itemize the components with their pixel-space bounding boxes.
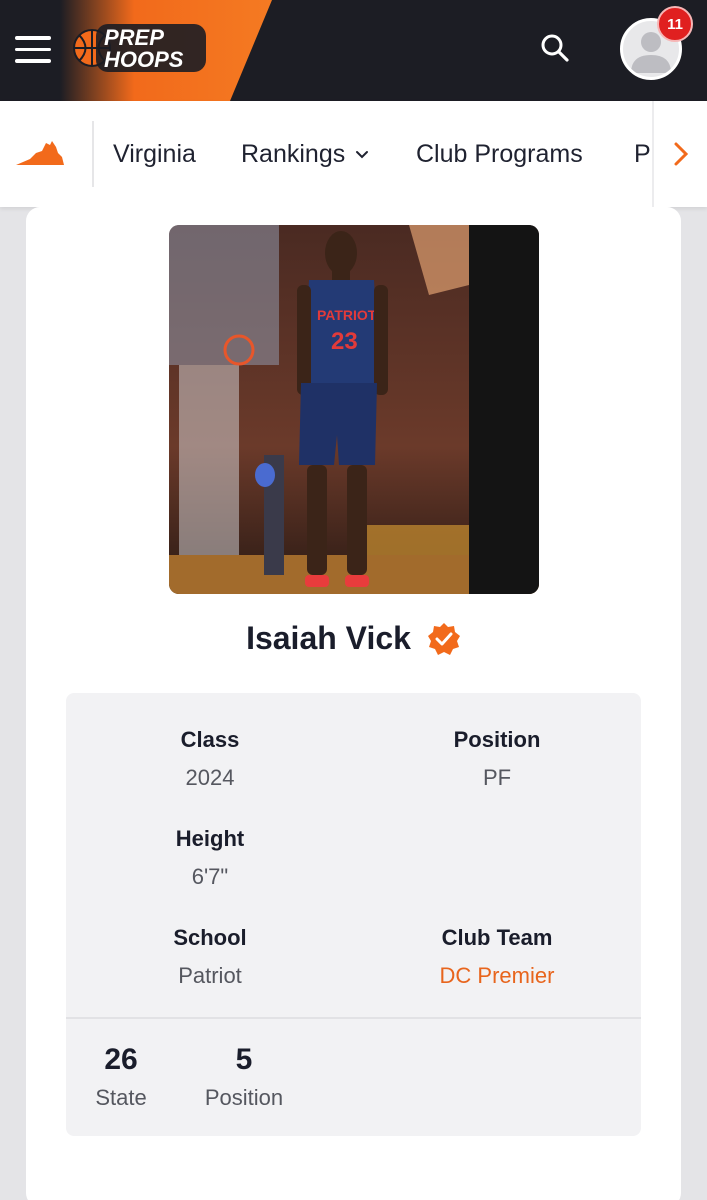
nav-label-club-programs: Club Programs — [416, 139, 583, 168]
jersey-text: PATRIOT — [317, 307, 377, 323]
search-icon — [541, 34, 569, 62]
rankings-divider — [66, 1017, 641, 1019]
state-rank-value: 26 — [104, 1043, 138, 1076]
club-team-label: Club Team — [441, 925, 553, 950]
verified-check-icon — [427, 622, 460, 655]
menu-button[interactable] — [15, 36, 51, 64]
top-app-bar: PREP HOOPS 11 — [0, 0, 707, 101]
player-photo: PATRIOT 23 — [169, 225, 539, 594]
club-team-field: Club Team DC Premier — [353, 925, 641, 989]
virginia-state-icon[interactable] — [14, 137, 66, 169]
chevron-down-icon — [356, 151, 369, 159]
nav-item-rankings[interactable]: Rankings — [241, 101, 373, 207]
class-field: Class 2024 — [66, 727, 354, 791]
height-value: 6'7" — [191, 864, 229, 889]
nav-item-virginia[interactable]: Virginia — [113, 101, 196, 207]
menu-bar-3 — [15, 59, 51, 63]
class-value: 2024 — [185, 765, 235, 790]
position-field: Position PF — [353, 727, 641, 791]
player-name-row: Isaiah Vick — [0, 620, 707, 657]
height-label: Height — [175, 826, 245, 851]
search-button[interactable] — [537, 30, 573, 66]
position-label: Position — [453, 727, 541, 752]
nav-item-club-programs[interactable]: Club Programs — [416, 101, 583, 207]
state-rank-label: State — [95, 1085, 147, 1110]
logo-line-2: HOOPS — [104, 47, 184, 72]
school-value: Patriot — [178, 963, 242, 988]
nav-label-rankings: Rankings — [241, 139, 346, 168]
club-team-link[interactable]: DC Premier — [353, 963, 641, 989]
nav-divider — [92, 121, 94, 187]
player-name: Isaiah Vick — [246, 620, 411, 656]
prep-hoops-logo[interactable]: PREP HOOPS — [70, 18, 210, 78]
nav-scroll-right-button[interactable] — [652, 101, 707, 207]
height-field: Height 6'7" — [66, 826, 354, 890]
state-rank: 26 State — [85, 1043, 157, 1111]
school-label: School — [173, 925, 247, 950]
notification-badge[interactable]: 11 — [657, 6, 693, 42]
menu-bar-1 — [15, 36, 51, 40]
nav-label-virginia: Virginia — [113, 139, 196, 168]
menu-bar-2 — [15, 47, 51, 51]
jersey-number: 23 — [331, 328, 358, 355]
chevron-right-icon — [674, 142, 688, 166]
school-field: School Patriot — [66, 925, 354, 989]
position-rank-value: 5 — [235, 1043, 253, 1076]
position-rank: 5 Position — [196, 1043, 292, 1111]
position-value: PF — [482, 765, 512, 790]
position-rank-label: Position — [204, 1085, 284, 1110]
class-label: Class — [180, 727, 240, 752]
sub-navigation: Virginia Rankings Club Programs Pl — [0, 101, 707, 207]
